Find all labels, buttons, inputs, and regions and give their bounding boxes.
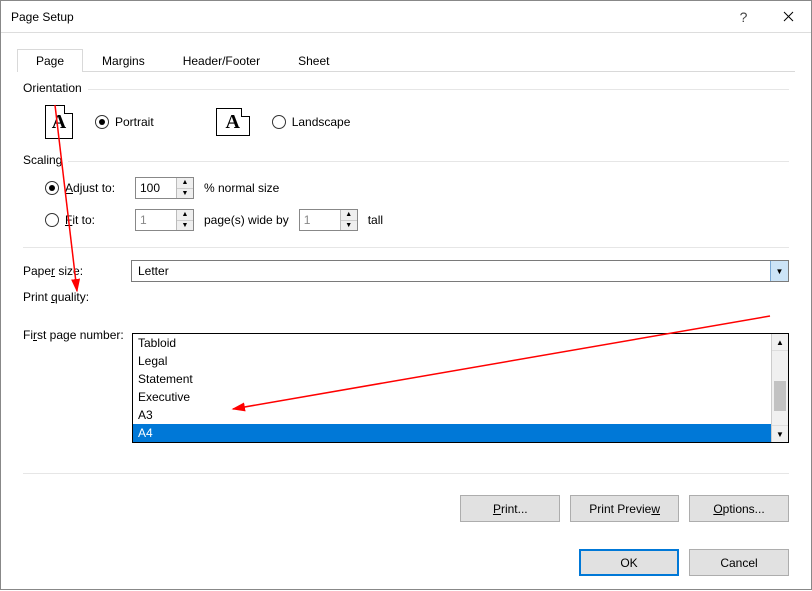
fit-mid-label: page(s) wide by xyxy=(204,213,289,227)
paper-option-tabloid[interactable]: Tabloid xyxy=(133,334,771,352)
spin-up-icon[interactable]: ▲ xyxy=(341,210,357,221)
spin-down-icon[interactable]: ▼ xyxy=(177,221,193,231)
adjust-suffix: % normal size xyxy=(204,181,279,195)
portrait-radio[interactable]: Portrait xyxy=(95,115,154,129)
fit-to-radio[interactable]: Fit to: xyxy=(45,213,125,227)
radio-icon xyxy=(95,115,109,129)
paper-option-legal[interactable]: Legal xyxy=(133,352,771,370)
help-button[interactable]: ? xyxy=(721,2,766,32)
orientation-group-label: Orientation xyxy=(23,81,82,95)
adjust-to-label: Adjust to: xyxy=(65,181,115,195)
fit-tall-input[interactable] xyxy=(300,210,340,230)
paper-option-a3[interactable]: A3 xyxy=(133,406,771,424)
tab-header-footer[interactable]: Header/Footer xyxy=(164,49,279,72)
close-button[interactable] xyxy=(766,2,811,32)
paper-option-executive[interactable]: Executive xyxy=(133,388,771,406)
scroll-up-icon[interactable]: ▲ xyxy=(772,334,788,351)
tab-underline xyxy=(17,71,795,72)
scroll-track[interactable] xyxy=(772,351,788,425)
adjust-to-radio[interactable]: Adjust to: xyxy=(45,181,125,195)
dropdown-scrollbar[interactable]: ▲ ▼ xyxy=(771,334,788,442)
scaling-group-label: Scaling xyxy=(23,153,62,167)
tab-page[interactable]: Page xyxy=(17,49,83,72)
paper-option-statement[interactable]: Statement xyxy=(133,370,771,388)
landscape-preview-icon: A xyxy=(216,108,250,136)
print-quality-label: Print quality: xyxy=(23,290,131,304)
chevron-down-icon[interactable]: ▼ xyxy=(770,261,788,281)
close-icon xyxy=(783,11,794,22)
tab-margins[interactable]: Margins xyxy=(83,49,164,72)
scroll-down-icon[interactable]: ▼ xyxy=(772,425,788,442)
divider xyxy=(23,473,789,474)
scroll-thumb[interactable] xyxy=(774,381,786,411)
tabstrip: Page Margins Header/Footer Sheet xyxy=(17,46,811,71)
print-button[interactable]: Print... xyxy=(460,495,560,522)
spin-down-icon[interactable]: ▼ xyxy=(177,189,193,199)
divider xyxy=(68,161,789,162)
adjust-percent-input[interactable] xyxy=(136,178,176,198)
titlebar: Page Setup ? xyxy=(1,1,811,33)
landscape-label: Landscape xyxy=(292,115,351,129)
window-title: Page Setup xyxy=(11,10,721,24)
spin-up-icon[interactable]: ▲ xyxy=(177,178,193,189)
radio-icon xyxy=(272,115,286,129)
landscape-radio[interactable]: Landscape xyxy=(272,115,351,129)
fit-tall-spinner[interactable]: ▲▼ xyxy=(299,209,358,231)
paper-size-combo[interactable]: Letter ▼ xyxy=(131,260,789,282)
ok-button[interactable]: OK xyxy=(579,549,679,576)
print-preview-button[interactable]: Print Preview xyxy=(570,495,679,522)
cancel-button[interactable]: Cancel xyxy=(689,549,789,576)
portrait-preview-icon: A xyxy=(45,105,73,139)
fit-suffix: tall xyxy=(368,213,383,227)
tab-sheet[interactable]: Sheet xyxy=(279,49,348,72)
spin-down-icon[interactable]: ▼ xyxy=(341,221,357,231)
adjust-percent-spinner[interactable]: ▲▼ xyxy=(135,177,194,199)
portrait-label: Portrait xyxy=(115,115,154,129)
radio-icon xyxy=(45,213,59,227)
fit-to-label: Fit to: xyxy=(65,213,95,227)
divider xyxy=(23,247,789,248)
fit-wide-spinner[interactable]: ▲▼ xyxy=(135,209,194,231)
fit-wide-input[interactable] xyxy=(136,210,176,230)
divider xyxy=(88,89,789,90)
options-button[interactable]: Options... xyxy=(689,495,789,522)
paper-size-value: Letter xyxy=(132,264,770,278)
paper-size-dropdown[interactable]: Tabloid Legal Statement Executive A3 A4 … xyxy=(132,333,789,443)
paper-size-label: Paper size: xyxy=(23,264,131,278)
spin-up-icon[interactable]: ▲ xyxy=(177,210,193,221)
radio-icon xyxy=(45,181,59,195)
paper-option-a4[interactable]: A4 xyxy=(133,424,771,442)
